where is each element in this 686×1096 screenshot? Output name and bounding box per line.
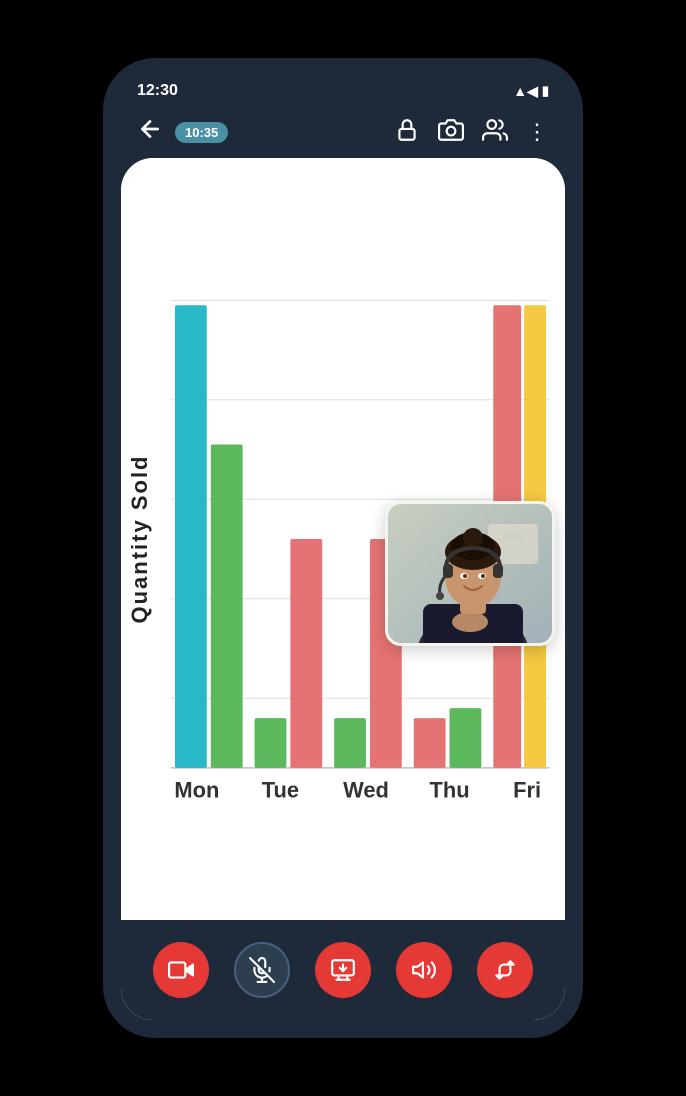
status-time: 12:30: [137, 82, 178, 100]
status-bar: 12:30 ▲◀ ▮: [121, 76, 565, 110]
video-thumbnail: [385, 501, 555, 646]
video-camera-icon: [168, 957, 194, 983]
video-button[interactable]: [153, 942, 209, 998]
svg-text:Fri: Fri: [513, 778, 541, 803]
more-icon[interactable]: ⋮: [526, 119, 549, 145]
microphone-off-icon: [249, 957, 275, 983]
share-button[interactable]: [315, 942, 371, 998]
svg-text:Tue: Tue: [262, 778, 299, 803]
toolbar: 10:35 ⋮: [121, 110, 565, 158]
lock-icon[interactable]: [394, 117, 420, 148]
svg-text:Thu: Thu: [429, 778, 469, 803]
back-icon: [137, 116, 163, 142]
toolbar-icons: ⋮: [394, 117, 549, 148]
session-time-badge: 10:35: [175, 122, 228, 143]
svg-text:Wed: Wed: [343, 778, 389, 803]
volume-button[interactable]: [396, 942, 452, 998]
phone-screen: Quantity Sold: [121, 158, 565, 1020]
back-button[interactable]: [137, 116, 163, 148]
mute-button[interactable]: [234, 942, 290, 998]
svg-text:Mon: Mon: [174, 778, 219, 803]
camera-switch-button[interactable]: [477, 942, 533, 998]
status-icons: ▲◀ ▮: [513, 83, 549, 100]
bottom-bar: [121, 920, 565, 1020]
y-axis-label: Quantity Sold: [127, 455, 153, 624]
people-icon[interactable]: [482, 117, 508, 148]
person-video: [388, 504, 555, 646]
volume-icon: [411, 957, 437, 983]
phone-frame: 12:30 ▲◀ ▮ 10:35: [103, 58, 583, 1038]
signal-icon: ▲◀: [513, 83, 538, 100]
camera-icon[interactable]: [438, 117, 464, 148]
battery-icon: ▮: [542, 83, 549, 99]
camera-switch-icon: [492, 957, 518, 983]
screen-share-icon: [330, 957, 356, 983]
chart-area: Quantity Sold: [121, 158, 565, 920]
